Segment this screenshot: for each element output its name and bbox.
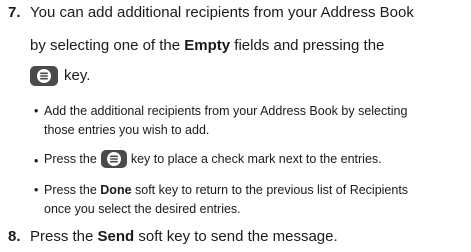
step-number: 8. [8, 228, 21, 245]
bullet-3-line-1-pre: Press the [44, 183, 101, 197]
bullet-3-line-1: Press the Done soft key to return to the… [44, 183, 408, 197]
instruction-page: 7. You can add additional recipients fro… [0, 0, 471, 252]
menu-ok-key-icon [30, 66, 58, 86]
step-8-line: Press the Send soft key to send the mess… [30, 228, 338, 245]
bullet-1-line-1: Add the additional recipients from your … [44, 104, 408, 118]
step-number: 7. [8, 4, 21, 21]
bullet-1-line-2: those entries you wish to add. [44, 123, 210, 137]
send-softkey-term: Send [97, 228, 135, 245]
step-7-line-1: You can add additional recipients from y… [30, 4, 414, 21]
step-7-line-2-pre: by selecting one of the [30, 37, 185, 54]
bullet-3-line-1-post: soft key to return to the previous list … [131, 183, 409, 197]
bullet-marker: • [34, 183, 39, 197]
menu-ok-key-icon [100, 150, 127, 168]
bullet-2-pre: Press the [44, 152, 97, 166]
bullet-2-post: key to place a check mark next to the en… [130, 152, 382, 166]
step-8-pre: Press the [30, 228, 98, 245]
done-softkey-term: Done [100, 183, 132, 197]
bullet-3-line-2: once you select the desired entries. [44, 202, 241, 216]
bullet-2: Press the key to place a check mark next … [44, 150, 382, 168]
step-7-line-3: key. [30, 66, 90, 86]
step-8-post: soft key to send the message. [134, 228, 338, 245]
empty-field-term: Empty [184, 37, 231, 54]
step-7-line-2-post: fields and pressing the [230, 37, 385, 54]
step-7-line-3-text: key. [64, 66, 91, 84]
bullet-marker: • [34, 154, 39, 168]
step-7-line-2: by selecting one of the Empty fields and… [30, 37, 384, 54]
bullet-marker: • [34, 104, 39, 118]
